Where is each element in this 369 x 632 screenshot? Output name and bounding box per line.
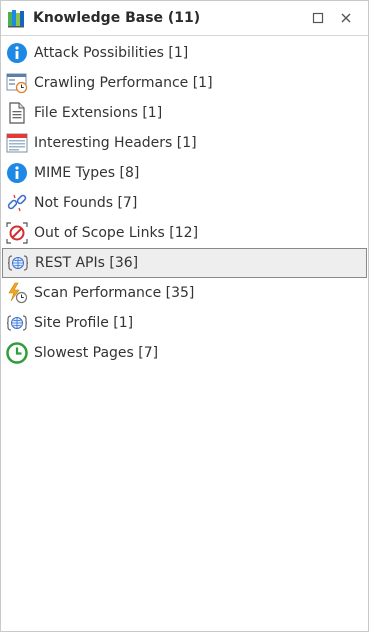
list-item-mime-types[interactable]: MIME Types [8] bbox=[2, 158, 367, 188]
info-icon bbox=[5, 41, 29, 65]
list-item-label: File Extensions [1] bbox=[34, 105, 163, 121]
lightning-clock-icon bbox=[5, 281, 29, 305]
list-item-not-founds[interactable]: Not Founds [7] bbox=[2, 188, 367, 218]
list-item-label: Scan Performance [35] bbox=[34, 285, 195, 301]
knowledge-base-panel: Knowledge Base (11) Attack Possibilities… bbox=[0, 0, 369, 632]
list-item-file-extensions[interactable]: File Extensions [1] bbox=[2, 98, 367, 128]
list-item-label: Out of Scope Links [12] bbox=[34, 225, 199, 241]
list-item-site-profile[interactable]: Site Profile [1] bbox=[2, 308, 367, 338]
list-item-label: Crawling Performance [1] bbox=[34, 75, 213, 91]
panel-title: Knowledge Base (11) bbox=[33, 10, 201, 26]
no-entry-icon bbox=[5, 221, 29, 245]
list-item-label: MIME Types [8] bbox=[34, 165, 140, 181]
list-item-label: Not Founds [7] bbox=[34, 195, 138, 211]
list-item-rest-apis[interactable]: REST APIs [36] bbox=[2, 248, 367, 278]
green-clock-icon bbox=[5, 341, 29, 365]
broken-link-icon bbox=[5, 191, 29, 215]
list-item-crawling-performance[interactable]: Crawling Performance [1] bbox=[2, 68, 367, 98]
list-item-label: Attack Possibilities [1] bbox=[34, 45, 189, 61]
list-item-interesting-headers[interactable]: Interesting Headers [1] bbox=[2, 128, 367, 158]
maximize-icon[interactable] bbox=[304, 4, 332, 32]
header-window-icon bbox=[5, 131, 29, 155]
panel-titlebar: Knowledge Base (11) bbox=[1, 1, 368, 36]
list-item-label: Site Profile [1] bbox=[34, 315, 134, 331]
list-item-scan-performance[interactable]: Scan Performance [35] bbox=[2, 278, 367, 308]
list-item-out-of-scope-links[interactable]: Out of Scope Links [12] bbox=[2, 218, 367, 248]
list-item-slowest-pages[interactable]: Slowest Pages [7] bbox=[2, 338, 367, 368]
books-icon bbox=[7, 7, 29, 29]
list-item-label: Slowest Pages [7] bbox=[34, 345, 159, 361]
document-icon bbox=[5, 101, 29, 125]
list-item-label: REST APIs [36] bbox=[35, 255, 139, 271]
globe-braces-icon bbox=[5, 311, 29, 335]
close-icon[interactable] bbox=[332, 4, 360, 32]
globe-braces-icon bbox=[6, 251, 30, 275]
info-icon bbox=[5, 161, 29, 185]
list-item-label: Interesting Headers [1] bbox=[34, 135, 197, 151]
knowledge-base-list: Attack Possibilities [1] Crawling Perfor… bbox=[1, 36, 368, 368]
window-clock-icon bbox=[5, 71, 29, 95]
list-item-attack-possibilities[interactable]: Attack Possibilities [1] bbox=[2, 38, 367, 68]
